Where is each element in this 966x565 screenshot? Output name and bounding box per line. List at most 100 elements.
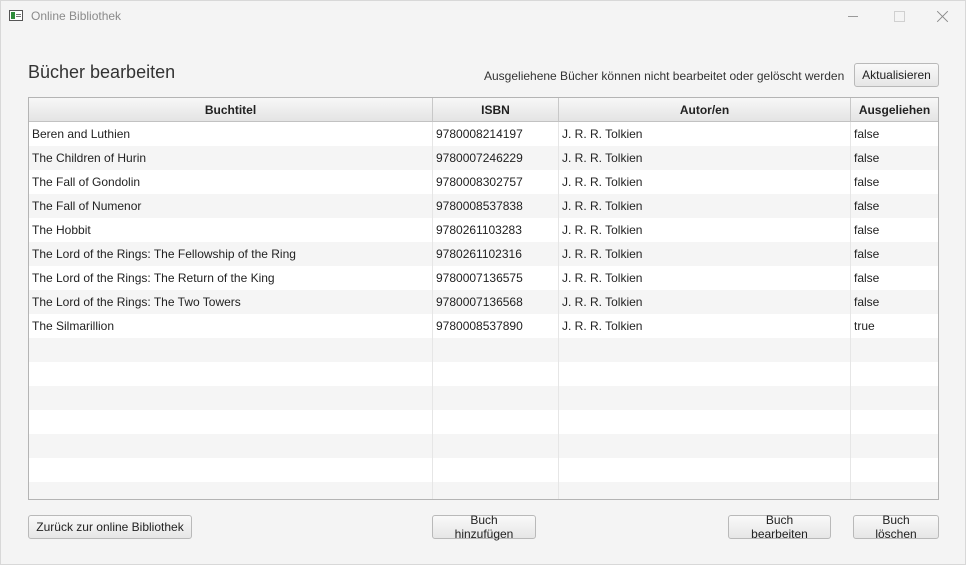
cell-isbn: 9780261103283	[433, 218, 559, 242]
cell-author	[559, 410, 851, 434]
empty-table-row[interactable]	[29, 458, 938, 482]
cell-borrowed	[851, 434, 938, 458]
cell-isbn	[433, 458, 559, 482]
cell-isbn	[433, 434, 559, 458]
cell-title	[29, 362, 433, 386]
cell-title: The Silmarillion	[29, 314, 433, 338]
cell-borrowed: true	[854, 319, 875, 333]
table-row[interactable]: The Silmarillion 9780008537890 J. R. R. To…	[29, 314, 938, 338]
cell-isbn: 9780008214197	[433, 122, 559, 146]
maximize-button[interactable]	[876, 1, 922, 31]
empty-table-row[interactable]	[29, 362, 938, 386]
close-icon	[937, 10, 949, 22]
cell-author: J. R. R. Tolkien	[559, 242, 851, 266]
table-header: Buchtitel ISBN Autor/en Ausgeliehen	[29, 98, 938, 122]
cell-borrowed	[851, 482, 938, 499]
cell-author	[559, 338, 851, 362]
cell-title	[29, 338, 433, 362]
cell-borrowed: false	[854, 223, 880, 237]
cell-author	[559, 434, 851, 458]
cell-author: J. R. R. Tolkien	[559, 314, 851, 338]
table-row[interactable]: The Fall of Gondolin 9780008302757 J. R. R…	[29, 170, 938, 194]
delete-book-button[interactable]: Buch löschen	[853, 513, 939, 541]
cell-title	[29, 386, 433, 410]
back-to-library-button[interactable]: Zurück zur online Bibliothek	[28, 515, 192, 539]
app-window: Online Bibliothek Bücher bearbeiten Ausg…	[0, 0, 966, 565]
empty-table-row[interactable]	[29, 434, 938, 458]
cell-title: The Lord of the Rings: The Two Towers	[29, 290, 433, 314]
cell-author: J. R. R. Tolkien	[559, 194, 851, 218]
cell-author: J. R. R. Tolkien	[559, 122, 851, 146]
edit-book-button[interactable]: Buch bearbeiten	[728, 513, 831, 541]
table-body: Beren and Luthien 9780008214197 J. R. R. T…	[29, 122, 938, 499]
cell-borrowed: false	[854, 271, 880, 285]
cell-title: The Lord of the Rings: The Return of the…	[29, 266, 433, 290]
cell-isbn: 9780007136568	[433, 290, 559, 314]
cell-author: J. R. R. Tolkien	[559, 146, 851, 170]
cell-title: The Lord of the Rings: The Fellowship of…	[29, 242, 433, 266]
empty-table-row[interactable]	[29, 338, 938, 362]
cell-borrowed: false	[854, 295, 880, 309]
cell-author: J. R. R. Tolkien	[559, 266, 851, 290]
cell-isbn: 9780007136575	[433, 266, 559, 290]
cell-isbn	[433, 386, 559, 410]
cell-isbn	[433, 482, 559, 499]
cell-title: The Children of Hurin	[29, 146, 433, 170]
cell-title	[29, 458, 433, 482]
minimize-button[interactable]	[830, 1, 876, 31]
table-row[interactable]: The Hobbit 9780261103283 J. R. R. Tolkien f…	[29, 218, 938, 242]
cell-borrowed: false	[854, 199, 880, 213]
cell-borrowed	[851, 458, 938, 482]
cell-author: J. R. R. Tolkien	[559, 218, 851, 242]
table-row[interactable]: The Fall of Numenor 9780008537838 J. R. R.…	[29, 194, 938, 218]
cell-title	[29, 434, 433, 458]
empty-table-row[interactable]	[29, 482, 938, 499]
cell-borrowed	[851, 386, 938, 410]
cell-isbn: 9780008537838	[433, 194, 559, 218]
column-header-author[interactable]: Autor/en	[559, 98, 851, 121]
info-text: Ausgeliehene Bücher können nicht bearbei…	[484, 69, 845, 83]
cell-isbn	[433, 362, 559, 386]
cell-title	[29, 410, 433, 434]
cell-isbn: 9780261102316	[433, 242, 559, 266]
page-title: Bücher bearbeiten	[28, 62, 176, 82]
table-row[interactable]: The Lord of the Rings: The Fellowship of…	[29, 242, 938, 266]
add-book-button[interactable]: Buch hinzufügen	[432, 513, 536, 541]
cell-author	[559, 482, 851, 499]
cell-author	[559, 362, 851, 386]
cell-borrowed	[851, 362, 938, 386]
table-row[interactable]: Beren and Luthien 9780008214197 J. R. R. T…	[29, 122, 938, 146]
title-bar: Online Bibliothek	[1, 1, 965, 31]
cell-title	[29, 482, 433, 499]
column-header-borrowed[interactable]: Ausgeliehen	[851, 98, 938, 121]
refresh-button[interactable]: Aktualisieren	[854, 63, 939, 87]
cell-isbn: 9780007246229	[433, 146, 559, 170]
cell-author	[559, 458, 851, 482]
cell-isbn	[433, 410, 559, 434]
cell-title: The Fall of Numenor	[29, 194, 433, 218]
empty-table-row[interactable]	[29, 386, 938, 410]
column-header-isbn[interactable]: ISBN	[433, 98, 559, 121]
empty-table-row[interactable]	[29, 410, 938, 434]
book-app-icon	[9, 10, 23, 21]
cell-borrowed: false	[854, 127, 880, 141]
table-row[interactable]: The Lord of the Rings: The Two Towers 978…	[29, 290, 938, 314]
cell-borrowed: false	[854, 247, 880, 261]
maximize-icon	[893, 10, 905, 22]
cell-author	[559, 386, 851, 410]
table-row[interactable]: The Children of Hurin 9780007246229 J. R. …	[29, 146, 938, 170]
books-table[interactable]: Buchtitel ISBN Autor/en Ausgeliehen Bere…	[28, 97, 939, 500]
cell-author: J. R. R. Tolkien	[559, 290, 851, 314]
cell-borrowed: false	[854, 151, 880, 165]
close-button[interactable]	[920, 1, 966, 31]
table-row[interactable]: The Lord of the Rings: The Return of the…	[29, 266, 938, 290]
window-title: Online Bibliothek	[31, 9, 122, 23]
column-header-title[interactable]: Buchtitel	[29, 98, 433, 121]
cell-borrowed	[851, 338, 938, 362]
cell-isbn: 9780008302757	[433, 170, 559, 194]
cell-title: The Fall of Gondolin	[29, 170, 433, 194]
cell-borrowed: false	[854, 175, 880, 189]
cell-borrowed	[851, 410, 938, 434]
minimize-icon	[848, 15, 858, 17]
cell-title: The Hobbit	[29, 218, 433, 242]
